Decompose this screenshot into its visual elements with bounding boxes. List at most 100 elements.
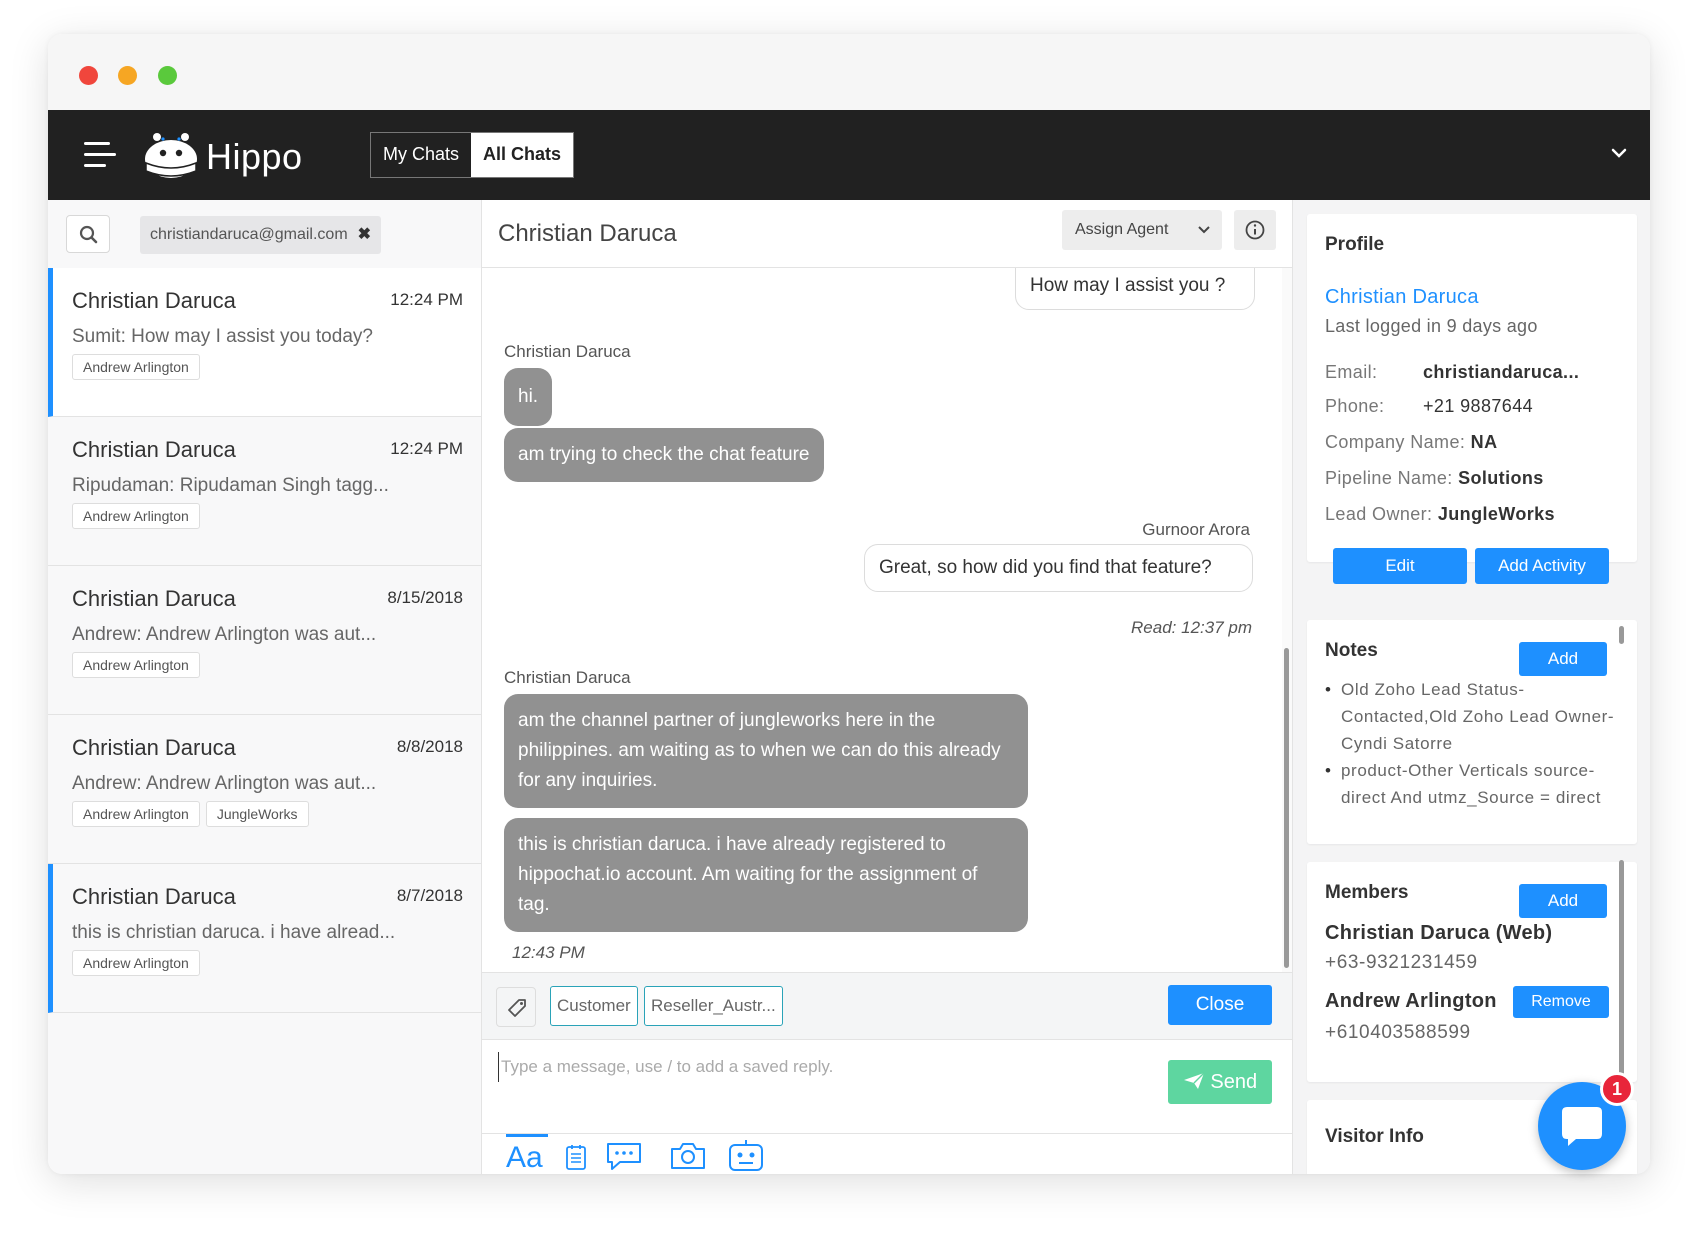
remove-member-button[interactable]: Remove — [1513, 986, 1609, 1018]
notes-list: Old Zoho Lead Status- Contacted,Old Zoho… — [1325, 676, 1615, 811]
tag-bar: Customer Reseller_Austr... Close — [482, 972, 1292, 1040]
conversation-preview: Andrew: Andrew Arlington was aut... — [72, 773, 377, 794]
email-filter-chip: christiandaruca@gmail.com ✖ — [140, 216, 382, 254]
sender-name: Christian Daruca — [504, 342, 631, 361]
incoming-message: hi. — [504, 368, 553, 426]
add-member-button[interactable]: Add — [1519, 884, 1607, 918]
list-item[interactable]: Christian Daruca 12:24 PM Ripudaman: Rip… — [48, 417, 481, 566]
edit-profile-button[interactable]: Edit — [1333, 548, 1467, 584]
details-panel: Profile Christian Daruca Last logged in … — [1292, 200, 1650, 1174]
assign-agent-label: Assign Agent — [1075, 221, 1169, 238]
message-time: 12:43 PM — [512, 943, 585, 962]
outgoing-message: How may I assist you ? — [1015, 268, 1255, 310]
email-value: christiandaruca... — [1423, 362, 1580, 382]
profile-name-link[interactable]: Christian Daruca — [1325, 286, 1479, 309]
lead-owner-value: JungleWorks — [1437, 504, 1555, 524]
agent-tag: Andrew Arlington — [72, 354, 200, 380]
member-phone: +63-9321231459 — [1325, 952, 1478, 973]
send-icon — [1183, 1072, 1205, 1089]
last-logged-text: Last logged in 9 days ago — [1325, 316, 1538, 336]
app-header: Hippo My Chats All Chats — [48, 110, 1650, 200]
agent-tag: JungleWorks — [205, 801, 309, 827]
company-value: NA — [1470, 432, 1498, 452]
chevron-down-icon — [1198, 226, 1210, 234]
conversation-time: 12:24 PM — [390, 439, 463, 458]
saved-replies-icon[interactable] — [604, 1138, 644, 1172]
outgoing-message: Great, so how did you find that feature? — [864, 544, 1253, 592]
maximize-window-button[interactable] — [158, 66, 177, 85]
conversation-list: Christian Daruca 12:24 PM Sumit: How may… — [48, 268, 481, 1013]
send-button[interactable]: Send — [1168, 1060, 1272, 1104]
sender-name: Christian Daruca — [504, 668, 631, 687]
chevron-down-icon[interactable] — [1610, 144, 1628, 162]
profile-title: Profile — [1325, 234, 1385, 255]
conversation-time: 8/8/2018 — [396, 737, 463, 756]
info-icon — [1245, 220, 1265, 240]
conversation-preview: Sumit: How may I assist you today? — [72, 326, 373, 347]
chat-tag-reseller[interactable]: Reseller_Austr... — [644, 986, 783, 1026]
field-label: Email: — [1325, 362, 1378, 382]
menu-icon[interactable] — [84, 142, 116, 168]
unread-count-badge: 1 — [1600, 1072, 1634, 1106]
phone-value: +21 9887644 — [1423, 396, 1534, 416]
members-card: Members Add Christian Daruca (Web) +63-9… — [1307, 862, 1637, 1082]
window-titlebar — [48, 34, 1650, 110]
tag-button[interactable] — [496, 987, 536, 1027]
info-button[interactable] — [1234, 210, 1276, 250]
list-item[interactable]: Christian Daruca 8/8/2018 Andrew: Andrew… — [48, 715, 481, 864]
agent-tag: Andrew Arlington — [72, 950, 200, 976]
chat-tag-customer[interactable]: Customer — [550, 986, 638, 1026]
list-item[interactable]: Christian Daruca 8/7/2018 this is christ… — [48, 864, 481, 1013]
member-name: Christian Daruca (Web) — [1325, 922, 1553, 944]
lead-owner-row: Lead Owner: JungleWorks — [1325, 504, 1555, 525]
assign-agent-dropdown[interactable]: Assign Agent — [1062, 210, 1222, 250]
conversation-preview: this is christian daruca. i have alread.… — [72, 922, 396, 943]
app-name: Hippo — [206, 136, 303, 177]
notes-scrollbar[interactable] — [1619, 626, 1624, 644]
bot-icon[interactable] — [726, 1138, 766, 1172]
incoming-message: this is christian daruca. i have already… — [504, 818, 1028, 932]
profile-card: Profile Christian Daruca Last logged in … — [1307, 214, 1637, 584]
text-format-tab[interactable]: Aa — [506, 1134, 548, 1173]
list-item[interactable]: Christian Daruca 12:24 PM Sumit: How may… — [48, 268, 481, 417]
message-composer: Send — [482, 1040, 1292, 1134]
thread-scrollbar[interactable] — [1282, 268, 1292, 972]
member-phone: +610403588599 — [1325, 1022, 1471, 1043]
tag-icon — [508, 999, 526, 1017]
email-row: Email: christiandaruca... — [1325, 362, 1579, 383]
close-window-button[interactable] — [79, 66, 98, 85]
notes-title: Notes — [1325, 640, 1378, 661]
message-thread: How may I assist you ? Christian Daruca … — [482, 268, 1282, 972]
tab-all-chats[interactable]: All Chats — [471, 133, 574, 177]
search-icon — [79, 225, 98, 244]
message-input[interactable] — [498, 1052, 1098, 1082]
scroll-thumb[interactable] — [1284, 648, 1289, 968]
tab-my-chats[interactable]: My Chats — [371, 133, 471, 177]
add-note-button[interactable]: Add — [1519, 642, 1607, 676]
list-item[interactable]: Christian Daruca 8/15/2018 Andrew: Andre… — [48, 566, 481, 715]
agent-tag: Andrew Arlington — [72, 503, 200, 529]
remove-filter-icon[interactable]: ✖ — [358, 216, 371, 254]
search-button[interactable] — [66, 215, 110, 253]
camera-icon[interactable] — [668, 1138, 708, 1172]
members-title: Members — [1325, 882, 1409, 903]
close-chat-button[interactable]: Close — [1168, 985, 1272, 1025]
conversation-time: 8/15/2018 — [387, 588, 463, 607]
notes-icon[interactable] — [564, 1138, 588, 1172]
filter-email-text: christiandaruca@gmail.com — [150, 226, 348, 243]
pipeline-value: Solutions — [1458, 468, 1544, 488]
sender-name: Gurnoor Arora — [1142, 520, 1250, 539]
conversation-preview: Ripudaman: Ripudaman Singh tagg... — [72, 475, 389, 496]
send-label: Send — [1210, 1071, 1258, 1093]
add-activity-button[interactable]: Add Activity — [1475, 548, 1609, 584]
minimize-window-button[interactable] — [118, 66, 137, 85]
composer-toolbar: Aa — [482, 1134, 1292, 1174]
agent-tag: Andrew Arlington — [72, 801, 200, 827]
note-item: product-Other Verticals source-direct An… — [1325, 757, 1615, 811]
company-row: Company Name: NA — [1325, 432, 1497, 453]
conversation-preview: Andrew: Andrew Arlington was aut... — [72, 624, 377, 645]
notes-card: Notes Add Old Zoho Lead Status- Contacte… — [1307, 620, 1637, 844]
app-window: Hippo My Chats All Chats christiandaruca… — [48, 34, 1650, 1174]
read-status: Read: 12:37 pm — [1131, 618, 1252, 637]
field-label: Pipeline Name: — [1325, 468, 1453, 488]
